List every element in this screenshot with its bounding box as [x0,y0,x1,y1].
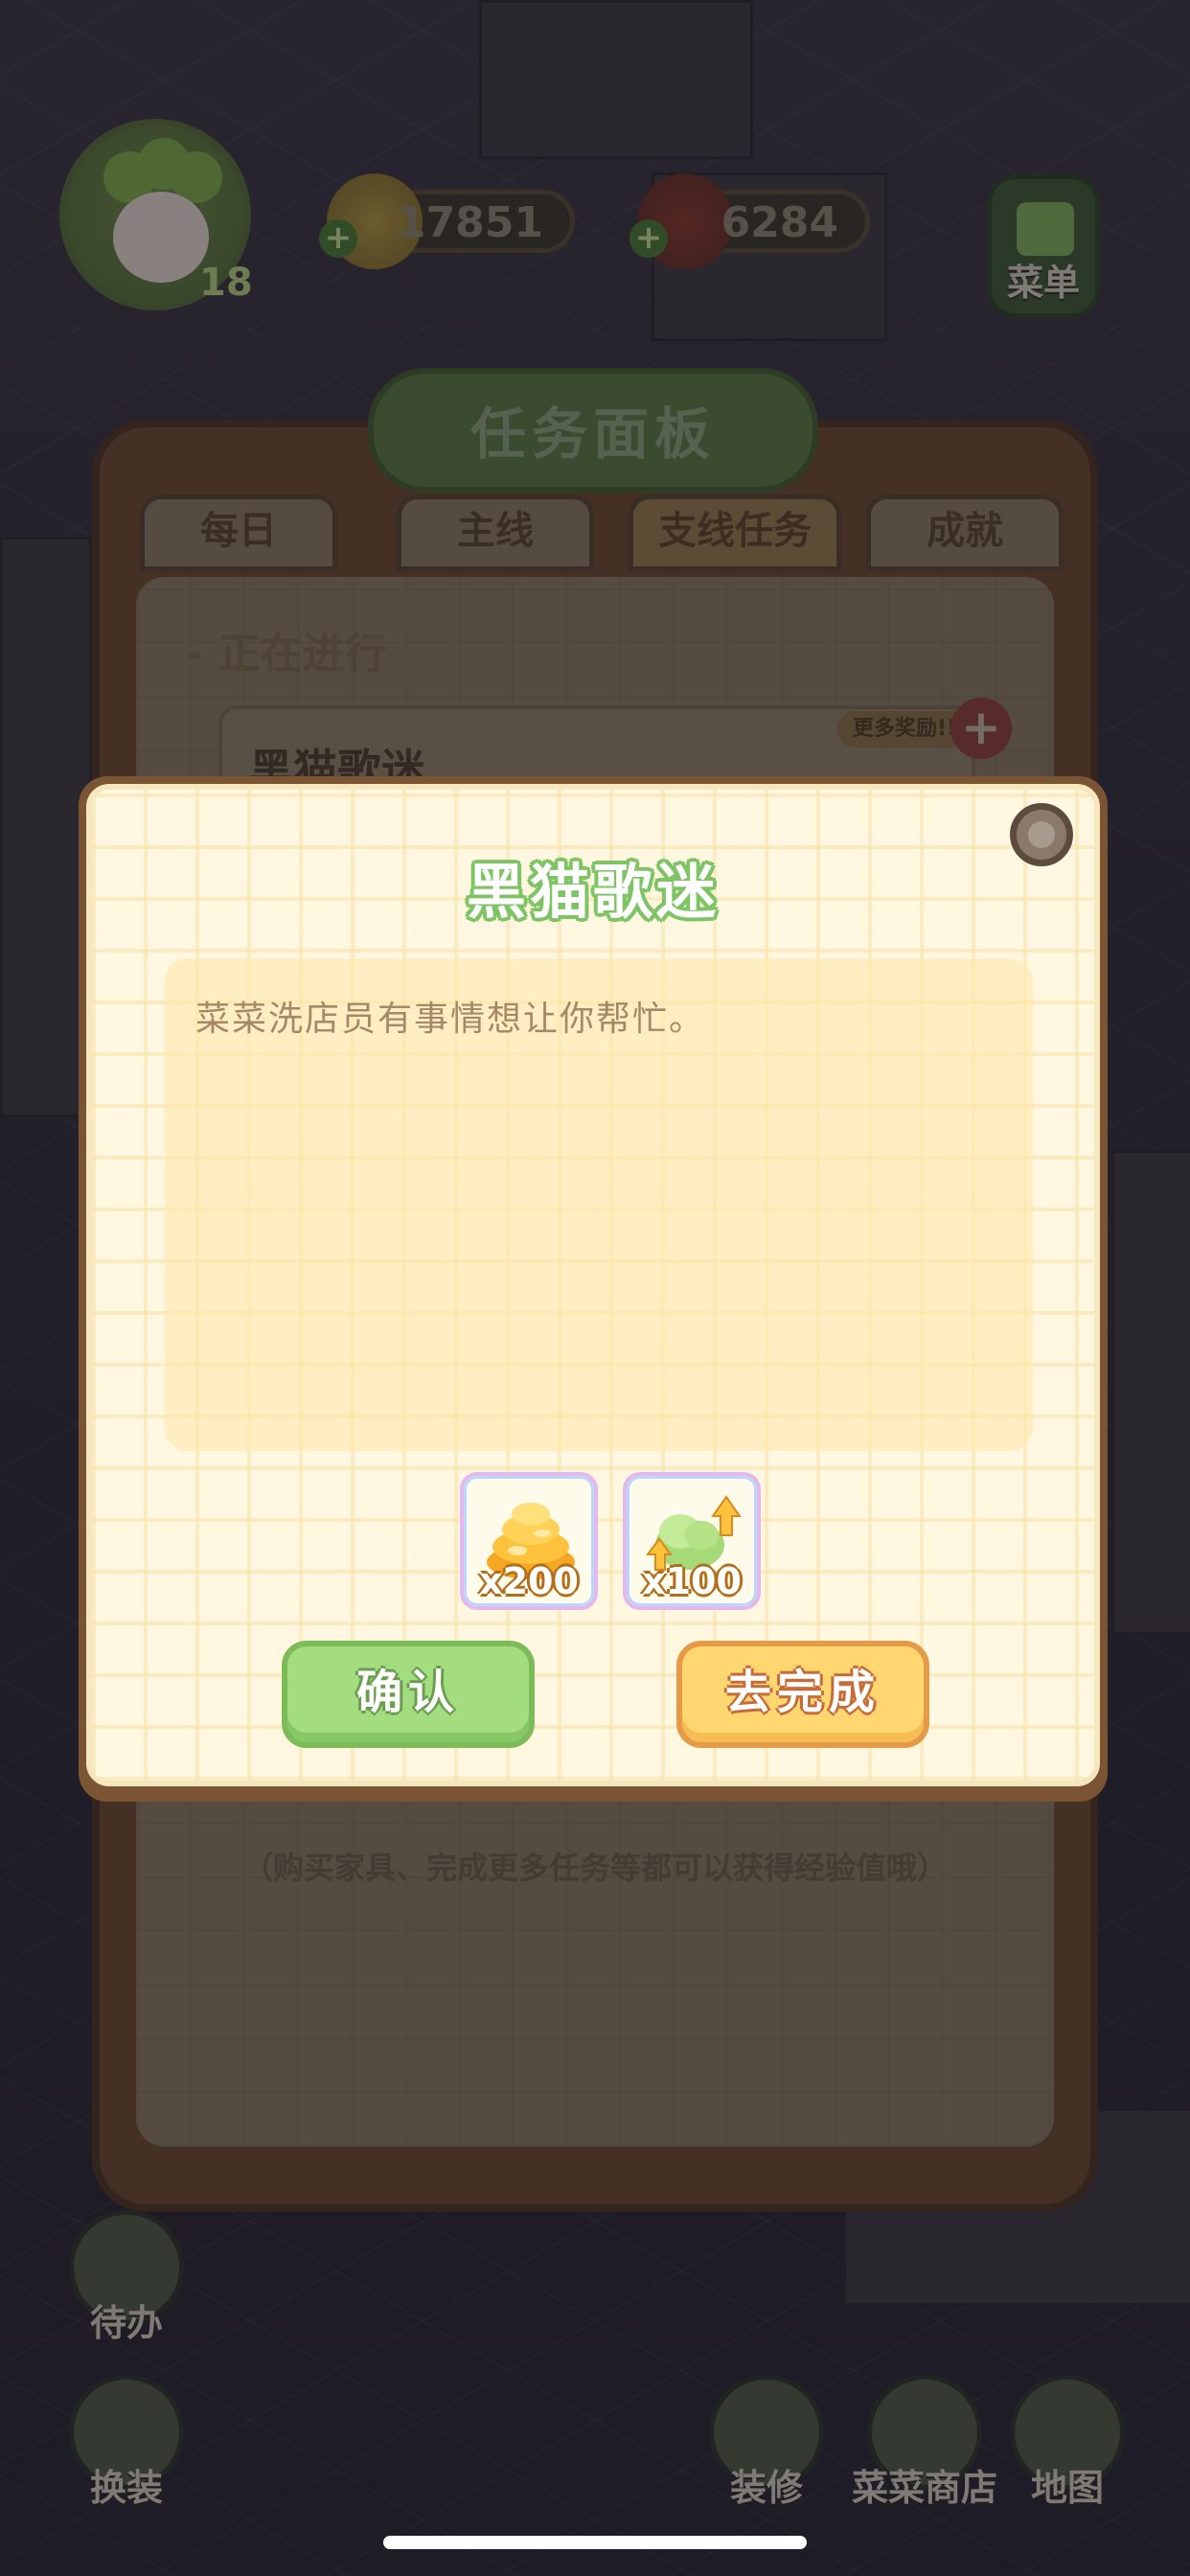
confirm-button[interactable]: 确认 [282,1641,535,1748]
reward-item-coins[interactable]: x200 [460,1472,598,1610]
dialog-description-box: 菜菜洗店员有事情想让你帮忙。 [165,958,1033,1451]
dialog-title: 黑猫歌迷 [466,857,720,927]
dialog-description: 菜菜洗店员有事情想让你帮忙。 [195,1000,706,1039]
reward-item-exp[interactable]: x100 [623,1472,761,1610]
reward-count: x200 [479,1560,579,1602]
home-indicator[interactable] [383,2536,807,2549]
quest-detail-dialog: 黑猫歌迷 菜菜洗店员有事情想让你帮忙。 x200 x100 确认 去完成 [79,776,1108,1802]
dialog-body: 黑猫歌迷 菜菜洗店员有事情想让你帮忙。 x200 x100 确认 去完成 [86,784,1100,1786]
reward-count: x100 [642,1560,742,1602]
go-complete-button[interactable]: 去完成 [676,1641,929,1748]
